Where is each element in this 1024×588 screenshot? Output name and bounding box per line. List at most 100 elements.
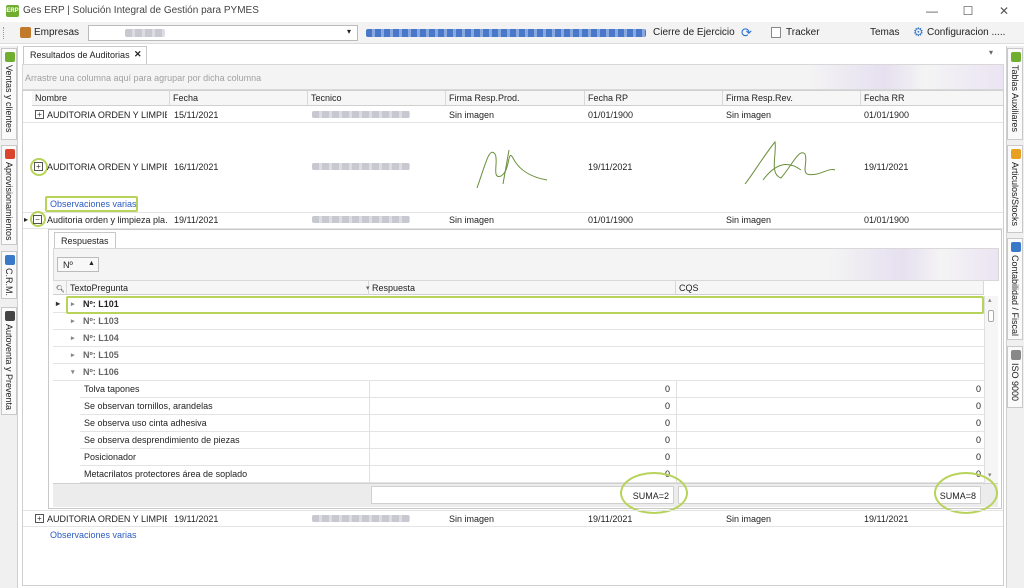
collapse-row-button[interactable]: −	[33, 215, 42, 224]
cell-fecha-rp: 01/01/1900	[588, 215, 634, 225]
group-by-hint: Arrastre una columna aquí para agrupar p…	[25, 73, 262, 83]
window-title: Ges ERP | Solución Integral de Gestión p…	[23, 5, 259, 16]
empresas-combo[interactable]: ▾	[88, 25, 358, 41]
tab-articulos-stocks[interactable]: Articulos/Stocks	[1007, 145, 1023, 233]
filter-icon[interactable]: ▾	[366, 284, 370, 292]
maximize-button[interactable]: ☐	[954, 3, 982, 19]
refresh-icon[interactable]: ⟳	[741, 25, 752, 41]
observaciones-link[interactable]: Observaciones varias	[50, 530, 137, 540]
column-divider	[676, 381, 677, 483]
cell-nombre: AUDITORIA ORDEN Y LIMPIE...	[47, 514, 167, 524]
column-header-textopregunta[interactable]: TextoPregunta	[67, 281, 369, 295]
table-row[interactable]	[80, 381, 984, 398]
chevron-down-icon: ▾	[347, 27, 352, 36]
group-label: Nº: L104	[83, 333, 119, 343]
tab-ventas-clientes[interactable]: Ventas y clientes	[1, 48, 17, 140]
tablas-icon	[1011, 52, 1021, 62]
group-row[interactable]: ▸ Nº: L104	[53, 330, 984, 347]
minimize-button[interactable]: —	[918, 3, 946, 19]
tab-label: Contabilidad / Fiscal	[1010, 255, 1020, 337]
group-by-panel[interactable]: Arrastre una columna aquí para agrupar p…	[22, 64, 1004, 90]
tab-aprovisionamientos[interactable]: Aprovisionamientos	[1, 145, 17, 245]
tab-respuestas[interactable]: Respuestas	[54, 232, 116, 248]
empresas-icon	[20, 27, 31, 38]
expand-row-button[interactable]: +	[34, 162, 43, 171]
cell-texto: Posicionador	[84, 452, 137, 462]
cell-texto: Tolva tapones	[84, 384, 140, 394]
tab-label: Autoventa y Preventa	[4, 324, 14, 411]
highlight-circle	[934, 472, 998, 514]
observaciones-link[interactable]: Observaciones varias	[50, 199, 137, 209]
table-row[interactable]	[22, 212, 1004, 229]
tab-iso-9000[interactable]: ISO 9000	[1007, 346, 1023, 408]
ventas-icon	[5, 52, 15, 62]
expand-row-button[interactable]: +	[35, 514, 44, 523]
sort-chip[interactable]: Nº ▲	[57, 257, 99, 272]
table-row[interactable]	[22, 510, 1004, 527]
scroll-thumb[interactable]	[988, 310, 994, 322]
configuracion-button[interactable]: Configuracion .....	[927, 27, 1005, 38]
column-header-fecha-rp[interactable]: Fecha RP	[585, 90, 723, 106]
column-header-respuesta[interactable]: Respuesta	[369, 281, 676, 295]
tab-label: ISO 9000	[1010, 363, 1020, 402]
column-header-cqs[interactable]: CQS	[676, 281, 984, 295]
document-tab[interactable]: Resultados de Auditorias ✕	[23, 46, 147, 64]
cell-cqs: 0	[976, 418, 982, 428]
cell-texto: Se observa desprendimiento de piezas	[84, 435, 240, 445]
table-row[interactable]	[80, 415, 984, 432]
temas-button[interactable]: Temas	[870, 27, 899, 38]
tab-contabilidad-fiscal[interactable]: Contabilidad / Fiscal	[1007, 238, 1023, 340]
cell-firma-rp: Sin imagen	[449, 514, 495, 524]
cell-fecha-rr: 19/11/2021	[864, 162, 909, 172]
cierre-ejercicio-button[interactable]: Cierre de Ejercicio	[653, 27, 735, 38]
column-header-firma-rp[interactable]: Firma Resp.Prod.	[446, 90, 585, 106]
tecnico-redacted	[312, 163, 410, 170]
articulos-icon	[1011, 149, 1021, 159]
tab-crm[interactable]: C.R.M.	[1, 251, 17, 299]
column-header-fecha-rr[interactable]: Fecha RR	[861, 90, 1004, 106]
signature-rr-image	[744, 140, 836, 185]
column-header-fecha[interactable]: Fecha	[170, 90, 308, 106]
sort-ascending-icon: ▲	[88, 260, 95, 267]
tab-autoventa-preventa[interactable]: Autoventa y Preventa	[1, 307, 17, 415]
scroll-up-icon[interactable]: ▴	[988, 296, 992, 304]
tracker-button[interactable]: Tracker	[786, 27, 820, 38]
group-row[interactable]: ▸ Nº: L103	[53, 313, 984, 330]
contabilidad-icon	[1011, 242, 1021, 252]
tracker-icon	[771, 27, 781, 38]
group-row[interactable]: ▸ Nº: L105	[53, 347, 984, 364]
cell-firma-rr: Sin imagen	[726, 514, 772, 524]
tab-label: Tablas Auxiliares	[1010, 65, 1020, 133]
cell-firma-rr: Sin imagen	[726, 215, 772, 225]
tab-tablas-auxiliares[interactable]: Tablas Auxiliares	[1007, 48, 1023, 140]
column-header-firma-rr[interactable]: Firma Resp.Rev.	[723, 90, 861, 106]
close-tab-icon[interactable]: ✕	[134, 49, 142, 60]
cell-texto: Se observan tornillos, arandelas	[84, 401, 213, 411]
sort-chip-label: Nº	[63, 260, 73, 270]
cell-nombre: AUDITORIA ORDEN Y LIMPIE...	[47, 110, 167, 120]
detail-group-panel[interactable]: Nº ▲	[53, 248, 999, 281]
table-row[interactable]	[22, 106, 1004, 123]
tab-label: C.R.M.	[4, 268, 14, 296]
detail-scrollbar[interactable]: ▴ ▾	[984, 296, 998, 483]
tab-list-chevron-icon[interactable]: ▾	[989, 48, 993, 57]
table-row[interactable]	[80, 449, 984, 466]
close-window-button[interactable]: ✕	[990, 3, 1018, 19]
cell-firma-rp: Sin imagen	[449, 215, 495, 225]
column-header-tecnico[interactable]: Tecnico	[308, 90, 446, 106]
column-header-nombre[interactable]: Nombre	[32, 90, 170, 106]
row-indicator-icon: ▸	[56, 299, 61, 308]
title-bar: ERP Ges ERP | Solución Integral de Gesti…	[0, 0, 1024, 22]
tab-label: Aprovisionamientos	[4, 162, 14, 241]
chevron-right-icon: ▸	[71, 318, 75, 325]
table-row[interactable]	[80, 398, 984, 415]
expand-row-button[interactable]: +	[35, 110, 44, 119]
aprovisionamientos-icon	[5, 149, 15, 159]
tecnico-redacted	[312, 515, 410, 522]
detail-search-header[interactable]: 🔍︎	[53, 281, 67, 295]
highlight-circle	[620, 472, 688, 514]
group-row[interactable]: ▾ Nº: L106	[53, 364, 984, 381]
cell-fecha-rr: 01/01/1900	[864, 110, 910, 120]
chevron-down-icon: ▾	[71, 369, 75, 376]
tecnico-redacted	[312, 111, 410, 118]
